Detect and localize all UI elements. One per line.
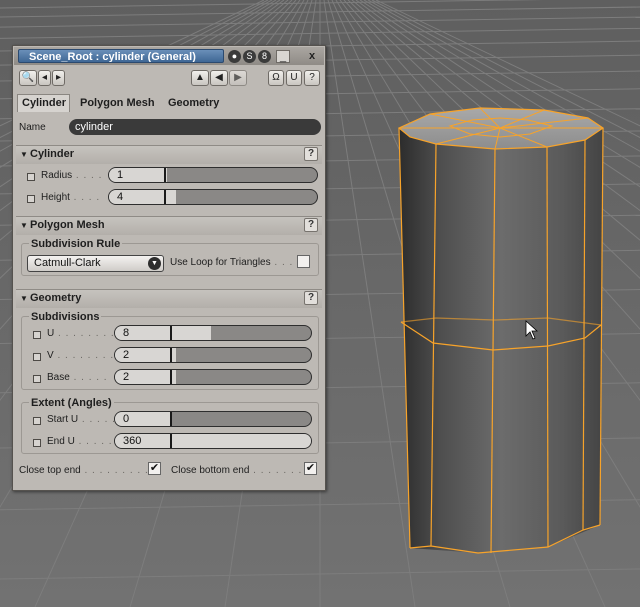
subdivision-rule-title: Subdivision Rule xyxy=(29,238,123,250)
start-u-value[interactable]: 0 xyxy=(123,412,129,426)
tab-geometry[interactable]: Geometry xyxy=(164,94,223,112)
close-button[interactable]: x xyxy=(305,50,319,63)
end-u-slider[interactable]: 360 xyxy=(114,433,312,449)
close-top-label: Close top end . . . . . . . . . . xyxy=(19,465,157,476)
panel-titlebar[interactable]: Scene_Root : cylinder (General) ● S 8 _ … xyxy=(14,47,324,65)
cylinder-object[interactable] xyxy=(397,107,605,554)
start-u-slider[interactable]: 0 xyxy=(114,411,312,427)
help-icon[interactable]: ? xyxy=(304,147,318,161)
extent-title: Extent (Angles) xyxy=(29,397,114,409)
v-slider[interactable]: 2 xyxy=(114,347,312,363)
animate-height-checkbox[interactable] xyxy=(27,195,35,203)
subdivisions-title: Subdivisions xyxy=(29,311,102,323)
section-polygon-mesh-header[interactable]: ▼ Polygon Mesh ? xyxy=(16,216,322,235)
chevron-down-icon: ▼ xyxy=(148,257,161,270)
animate-end-u-checkbox[interactable] xyxy=(33,439,41,447)
help-icon[interactable]: ? xyxy=(304,218,318,232)
home-icon[interactable]: ▲ xyxy=(191,70,209,86)
u-slider[interactable]: 8 xyxy=(114,325,312,341)
close-bottom-checkbox[interactable]: ✔ xyxy=(304,462,317,475)
help-icon[interactable]: ? xyxy=(304,70,320,86)
tab-polygon-mesh[interactable]: Polygon Mesh xyxy=(76,94,159,112)
end-u-slider-mark xyxy=(170,434,172,448)
u-slider-mark xyxy=(170,326,172,340)
radius-label: Radius . . . . xyxy=(41,170,103,181)
refresh-icon[interactable]: S xyxy=(243,50,256,63)
tab-bar: Cylinder Polygon Mesh Geometry xyxy=(17,94,321,112)
v-value[interactable]: 2 xyxy=(123,348,129,362)
use-loop-label: Use Loop for Triangles . . . xyxy=(170,257,294,268)
forward-arrow-icon[interactable]: ▶ xyxy=(229,70,247,86)
base-value[interactable]: 2 xyxy=(123,370,129,384)
base-label: Base . . . . . xyxy=(47,372,108,383)
animate-u-checkbox[interactable] xyxy=(33,331,41,339)
close-bottom-label: Close bottom end . . . . . . . . xyxy=(171,465,310,476)
tab-cylinder[interactable]: Cylinder xyxy=(17,94,70,112)
height-slider-mark xyxy=(164,190,166,204)
radius-slider-mark xyxy=(164,168,166,182)
panel-title: Scene_Root : cylinder (General) xyxy=(18,49,224,63)
magnet-icon[interactable]: Ω xyxy=(268,70,284,86)
base-slider-mark xyxy=(170,370,172,384)
collapse-triangle-icon: ▼ xyxy=(20,150,28,159)
end-u-value[interactable]: 360 xyxy=(123,434,141,448)
v-label: V . . . . . . . . xyxy=(47,350,115,361)
collapse-triangle-icon: ▼ xyxy=(20,221,28,230)
radius-value[interactable]: 1 xyxy=(117,168,123,182)
name-field[interactable]: cylinder xyxy=(69,119,321,135)
subdivision-rule-value: Catmull-Clark xyxy=(34,257,101,269)
start-u-slider-mark xyxy=(170,412,172,426)
section-polygon-mesh-title: Polygon Mesh xyxy=(30,219,105,231)
v-slider-mark xyxy=(170,348,172,362)
radius-slider[interactable]: 1 xyxy=(108,167,318,183)
panel-toolbar: 🔍 ◂ ▸ ▲ ◀ ▶ Ω U ? xyxy=(13,66,325,92)
chevron-left-icon[interactable]: ◂ xyxy=(38,70,51,86)
animate-radius-checkbox[interactable] xyxy=(27,173,35,181)
chevron-right-icon[interactable]: ▸ xyxy=(52,70,65,86)
u-label: U . . . . . . . . xyxy=(47,328,115,339)
section-cylinder-header[interactable]: ▼ Cylinder ? xyxy=(16,145,322,164)
height-value[interactable]: 4 xyxy=(117,190,123,204)
keep-icon[interactable]: 8 xyxy=(258,50,271,63)
help-icon[interactable]: ? xyxy=(304,291,318,305)
animate-base-checkbox[interactable] xyxy=(33,375,41,383)
section-geometry-header[interactable]: ▼ Geometry ? xyxy=(16,289,322,308)
back-arrow-icon[interactable]: ◀ xyxy=(210,70,228,86)
height-label: Height . . . . xyxy=(41,192,101,203)
collapse-triangle-icon: ▼ xyxy=(20,294,28,303)
name-label: Name xyxy=(19,122,46,133)
base-slider[interactable]: 2 xyxy=(114,369,312,385)
lock-icon[interactable]: ● xyxy=(228,50,241,63)
minimize-button[interactable]: _ xyxy=(276,50,290,63)
start-u-label: Start U . . . . . xyxy=(47,414,116,425)
u-value[interactable]: 8 xyxy=(123,326,129,340)
search-icon[interactable]: 🔍 xyxy=(19,70,37,86)
animate-start-u-checkbox[interactable] xyxy=(33,417,41,425)
subdivision-rule-dropdown[interactable]: Catmull-Clark ▼ xyxy=(27,255,164,272)
preset-icon[interactable]: U xyxy=(286,70,302,86)
end-u-slider-fill xyxy=(115,434,311,448)
u-slider-fill xyxy=(115,326,212,340)
animate-v-checkbox[interactable] xyxy=(33,353,41,361)
use-loop-checkbox[interactable] xyxy=(297,255,310,268)
end-u-label: End U . . . . . xyxy=(47,436,113,447)
height-slider[interactable]: 4 xyxy=(108,189,318,205)
property-panel: Scene_Root : cylinder (General) ● S 8 _ … xyxy=(12,45,326,491)
close-top-checkbox[interactable]: ✔ xyxy=(148,462,161,475)
section-geometry-title: Geometry xyxy=(30,292,82,304)
section-cylinder-title: Cylinder xyxy=(30,148,75,160)
